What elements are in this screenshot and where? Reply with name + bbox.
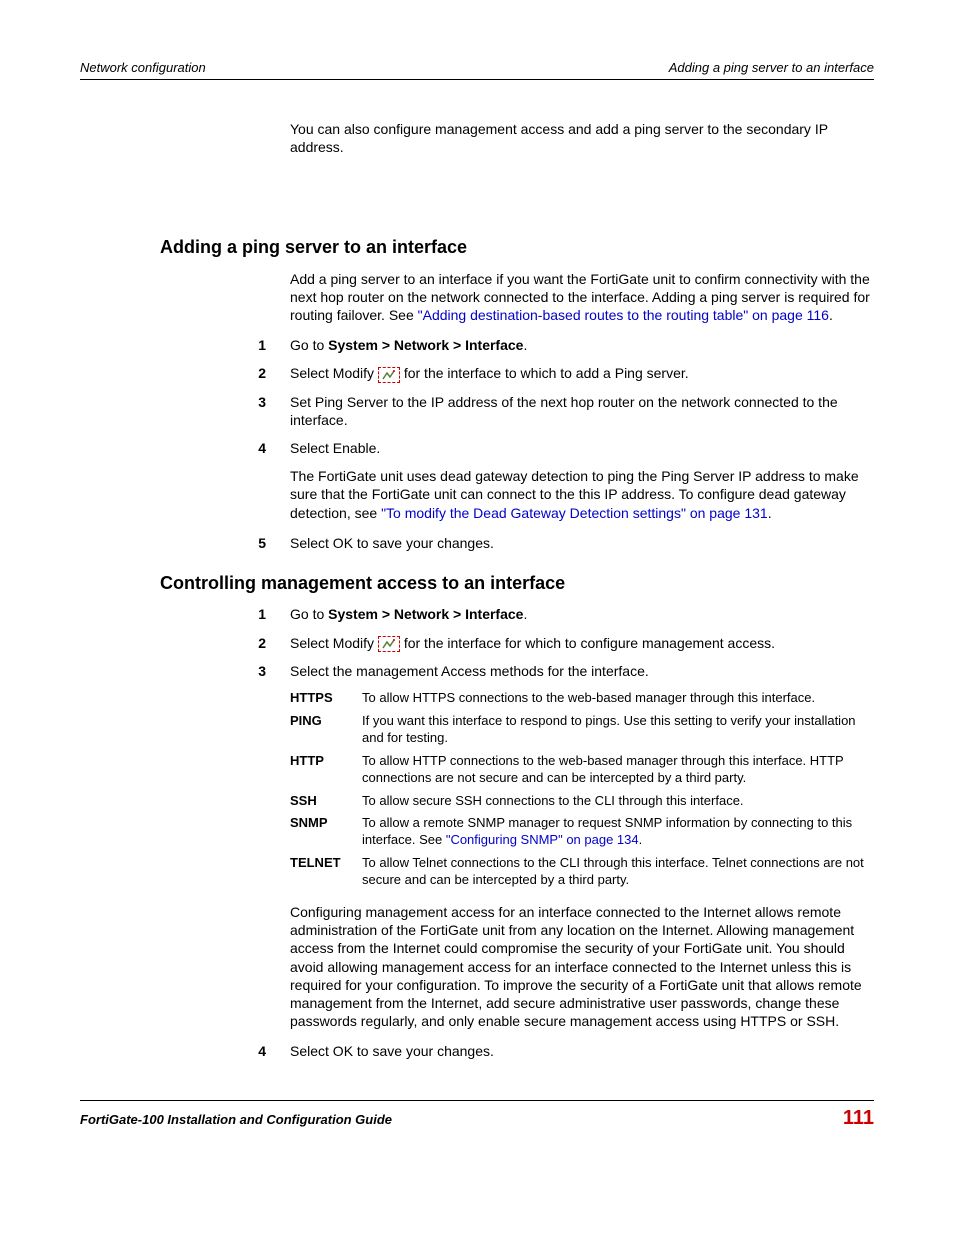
intro-paragraph: You can also configure management access… — [290, 120, 874, 156]
step-content: Set Ping Server to the IP address of the… — [290, 393, 874, 429]
section2-step1: 1 Go to System > Network > Interface. — [80, 605, 874, 623]
section1-step4-subtext: The FortiGate unit uses dead gateway det… — [290, 467, 874, 522]
access-label: HTTPS — [290, 690, 362, 707]
management-access-table: HTTPS To allow HTTPS connections to the … — [290, 690, 874, 889]
step-number: 4 — [80, 1042, 290, 1060]
step-number: 2 — [80, 364, 290, 382]
header-right: Adding a ping server to an interface — [669, 60, 874, 77]
access-desc: To allow HTTPS connections to the web-ba… — [362, 690, 874, 707]
step-content: Go to System > Network > Interface. — [290, 605, 874, 623]
step-content: Go to System > Network > Interface. — [290, 336, 874, 354]
menu-path: System > Network > Interface — [328, 337, 523, 353]
section2-step4: 4 Select OK to save your changes. — [80, 1042, 874, 1060]
section2-closing-paragraph: Configuring management access for an int… — [290, 903, 874, 1030]
step-content: Select Modify for the interface to which… — [290, 364, 874, 382]
access-row-snmp: SNMP To allow a remote SNMP manager to r… — [290, 815, 874, 849]
access-row-ssh: SSH To allow secure SSH connections to t… — [290, 793, 874, 810]
page-footer: FortiGate-100 Installation and Configura… — [80, 1100, 874, 1131]
menu-path: System > Network > Interface — [328, 606, 523, 622]
section1-para-post: . — [829, 307, 833, 323]
access-desc: To allow secure SSH connections to the C… — [362, 793, 874, 810]
access-label: SNMP — [290, 815, 362, 849]
section1-step3: 3 Set Ping Server to the IP address of t… — [80, 393, 874, 429]
modify-icon — [378, 636, 400, 652]
access-label: SSH — [290, 793, 362, 810]
step-number: 2 — [80, 634, 290, 652]
section-title-ping-server: Adding a ping server to an interface — [160, 236, 874, 259]
access-row-ping: PING If you want this interface to respo… — [290, 713, 874, 747]
footer-title: FortiGate-100 Installation and Configura… — [80, 1112, 392, 1129]
access-label: PING — [290, 713, 362, 747]
step-number: 1 — [80, 605, 290, 623]
access-label: HTTP — [290, 753, 362, 787]
step-content: Select OK to save your changes. — [290, 1042, 874, 1060]
link-dead-gateway[interactable]: "To modify the Dead Gateway Detection se… — [381, 505, 768, 521]
section1-step2: 2 Select Modify for the interface to whi… — [80, 364, 874, 382]
step-content: Select Enable. — [290, 439, 874, 457]
step-number: 3 — [80, 662, 290, 680]
page-header: Network configuration Adding a ping serv… — [80, 60, 874, 80]
step-number: 4 — [80, 439, 290, 457]
access-row-https: HTTPS To allow HTTPS connections to the … — [290, 690, 874, 707]
step-content: Select the management Access methods for… — [290, 662, 874, 680]
section2-step2: 2 Select Modify for the interface for wh… — [80, 634, 874, 652]
access-label: TELNET — [290, 855, 362, 889]
modify-icon — [378, 367, 400, 383]
step-number: 5 — [80, 534, 290, 552]
step-content: Select Modify for the interface for whic… — [290, 634, 874, 652]
section1-step5: 5 Select OK to save your changes. — [80, 534, 874, 552]
link-configuring-snmp[interactable]: "Configuring SNMP" on page 134 — [446, 832, 639, 847]
section-title-management-access: Controlling management access to an inte… — [160, 572, 874, 595]
section1-step1: 1 Go to System > Network > Interface. — [80, 336, 874, 354]
section1-paragraph: Add a ping server to an interface if you… — [290, 270, 874, 325]
step-content: Select OK to save your changes. — [290, 534, 874, 552]
access-row-http: HTTP To allow HTTP connections to the we… — [290, 753, 874, 787]
access-desc: To allow HTTP connections to the web-bas… — [362, 753, 874, 787]
section1-step4: 4 Select Enable. — [80, 439, 874, 457]
step-number: 3 — [80, 393, 290, 429]
access-desc: To allow a remote SNMP manager to reques… — [362, 815, 874, 849]
link-routing-table[interactable]: "Adding destination-based routes to the … — [418, 307, 829, 323]
access-row-telnet: TELNET To allow Telnet connections to th… — [290, 855, 874, 889]
access-desc: To allow Telnet connections to the CLI t… — [362, 855, 874, 889]
page-number: 111 — [843, 1105, 874, 1131]
step-number: 1 — [80, 336, 290, 354]
access-desc: If you want this interface to respond to… — [362, 713, 874, 747]
header-left: Network configuration — [80, 60, 206, 77]
section2-step3: 3 Select the management Access methods f… — [80, 662, 874, 680]
